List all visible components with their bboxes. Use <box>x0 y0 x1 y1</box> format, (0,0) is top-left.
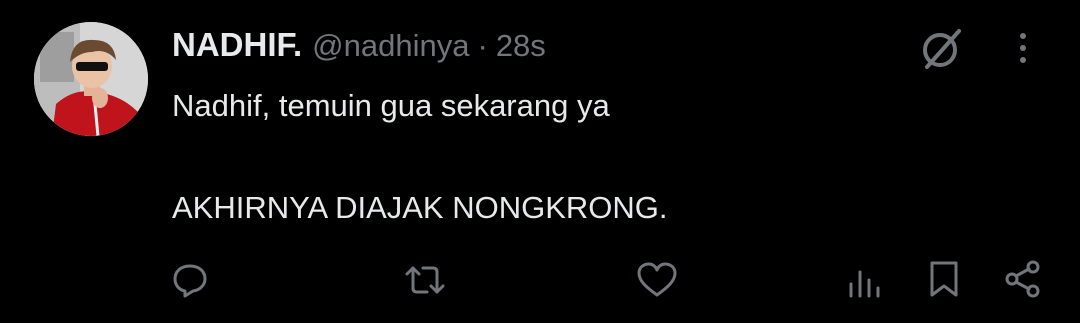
avatar-image <box>34 22 148 136</box>
more-icon[interactable] <box>1006 28 1040 68</box>
author-handle[interactable]: @nadhinya <box>312 28 469 64</box>
tweet-header: NADHIF. @nadhinya · 28s <box>172 26 546 66</box>
heart-icon[interactable] <box>634 260 680 300</box>
tweet-text-line-1: Nadhif, temuin gua sekarang ya <box>172 88 610 123</box>
timestamp[interactable]: 28s <box>496 28 546 64</box>
grok-icon[interactable] <box>914 20 970 76</box>
retweet-icon[interactable] <box>402 260 448 300</box>
author-name[interactable]: NADHIF. <box>172 26 302 64</box>
reply-icon[interactable] <box>168 260 212 300</box>
share-icon[interactable] <box>1000 258 1046 300</box>
views-icon[interactable] <box>844 260 886 300</box>
tweet-text-line-2: AKHIRNYA DIAJAK NONGKRONG. <box>172 190 668 225</box>
avatar[interactable] <box>34 22 148 136</box>
bookmark-icon[interactable] <box>924 258 964 300</box>
separator-dot: · <box>477 28 488 63</box>
